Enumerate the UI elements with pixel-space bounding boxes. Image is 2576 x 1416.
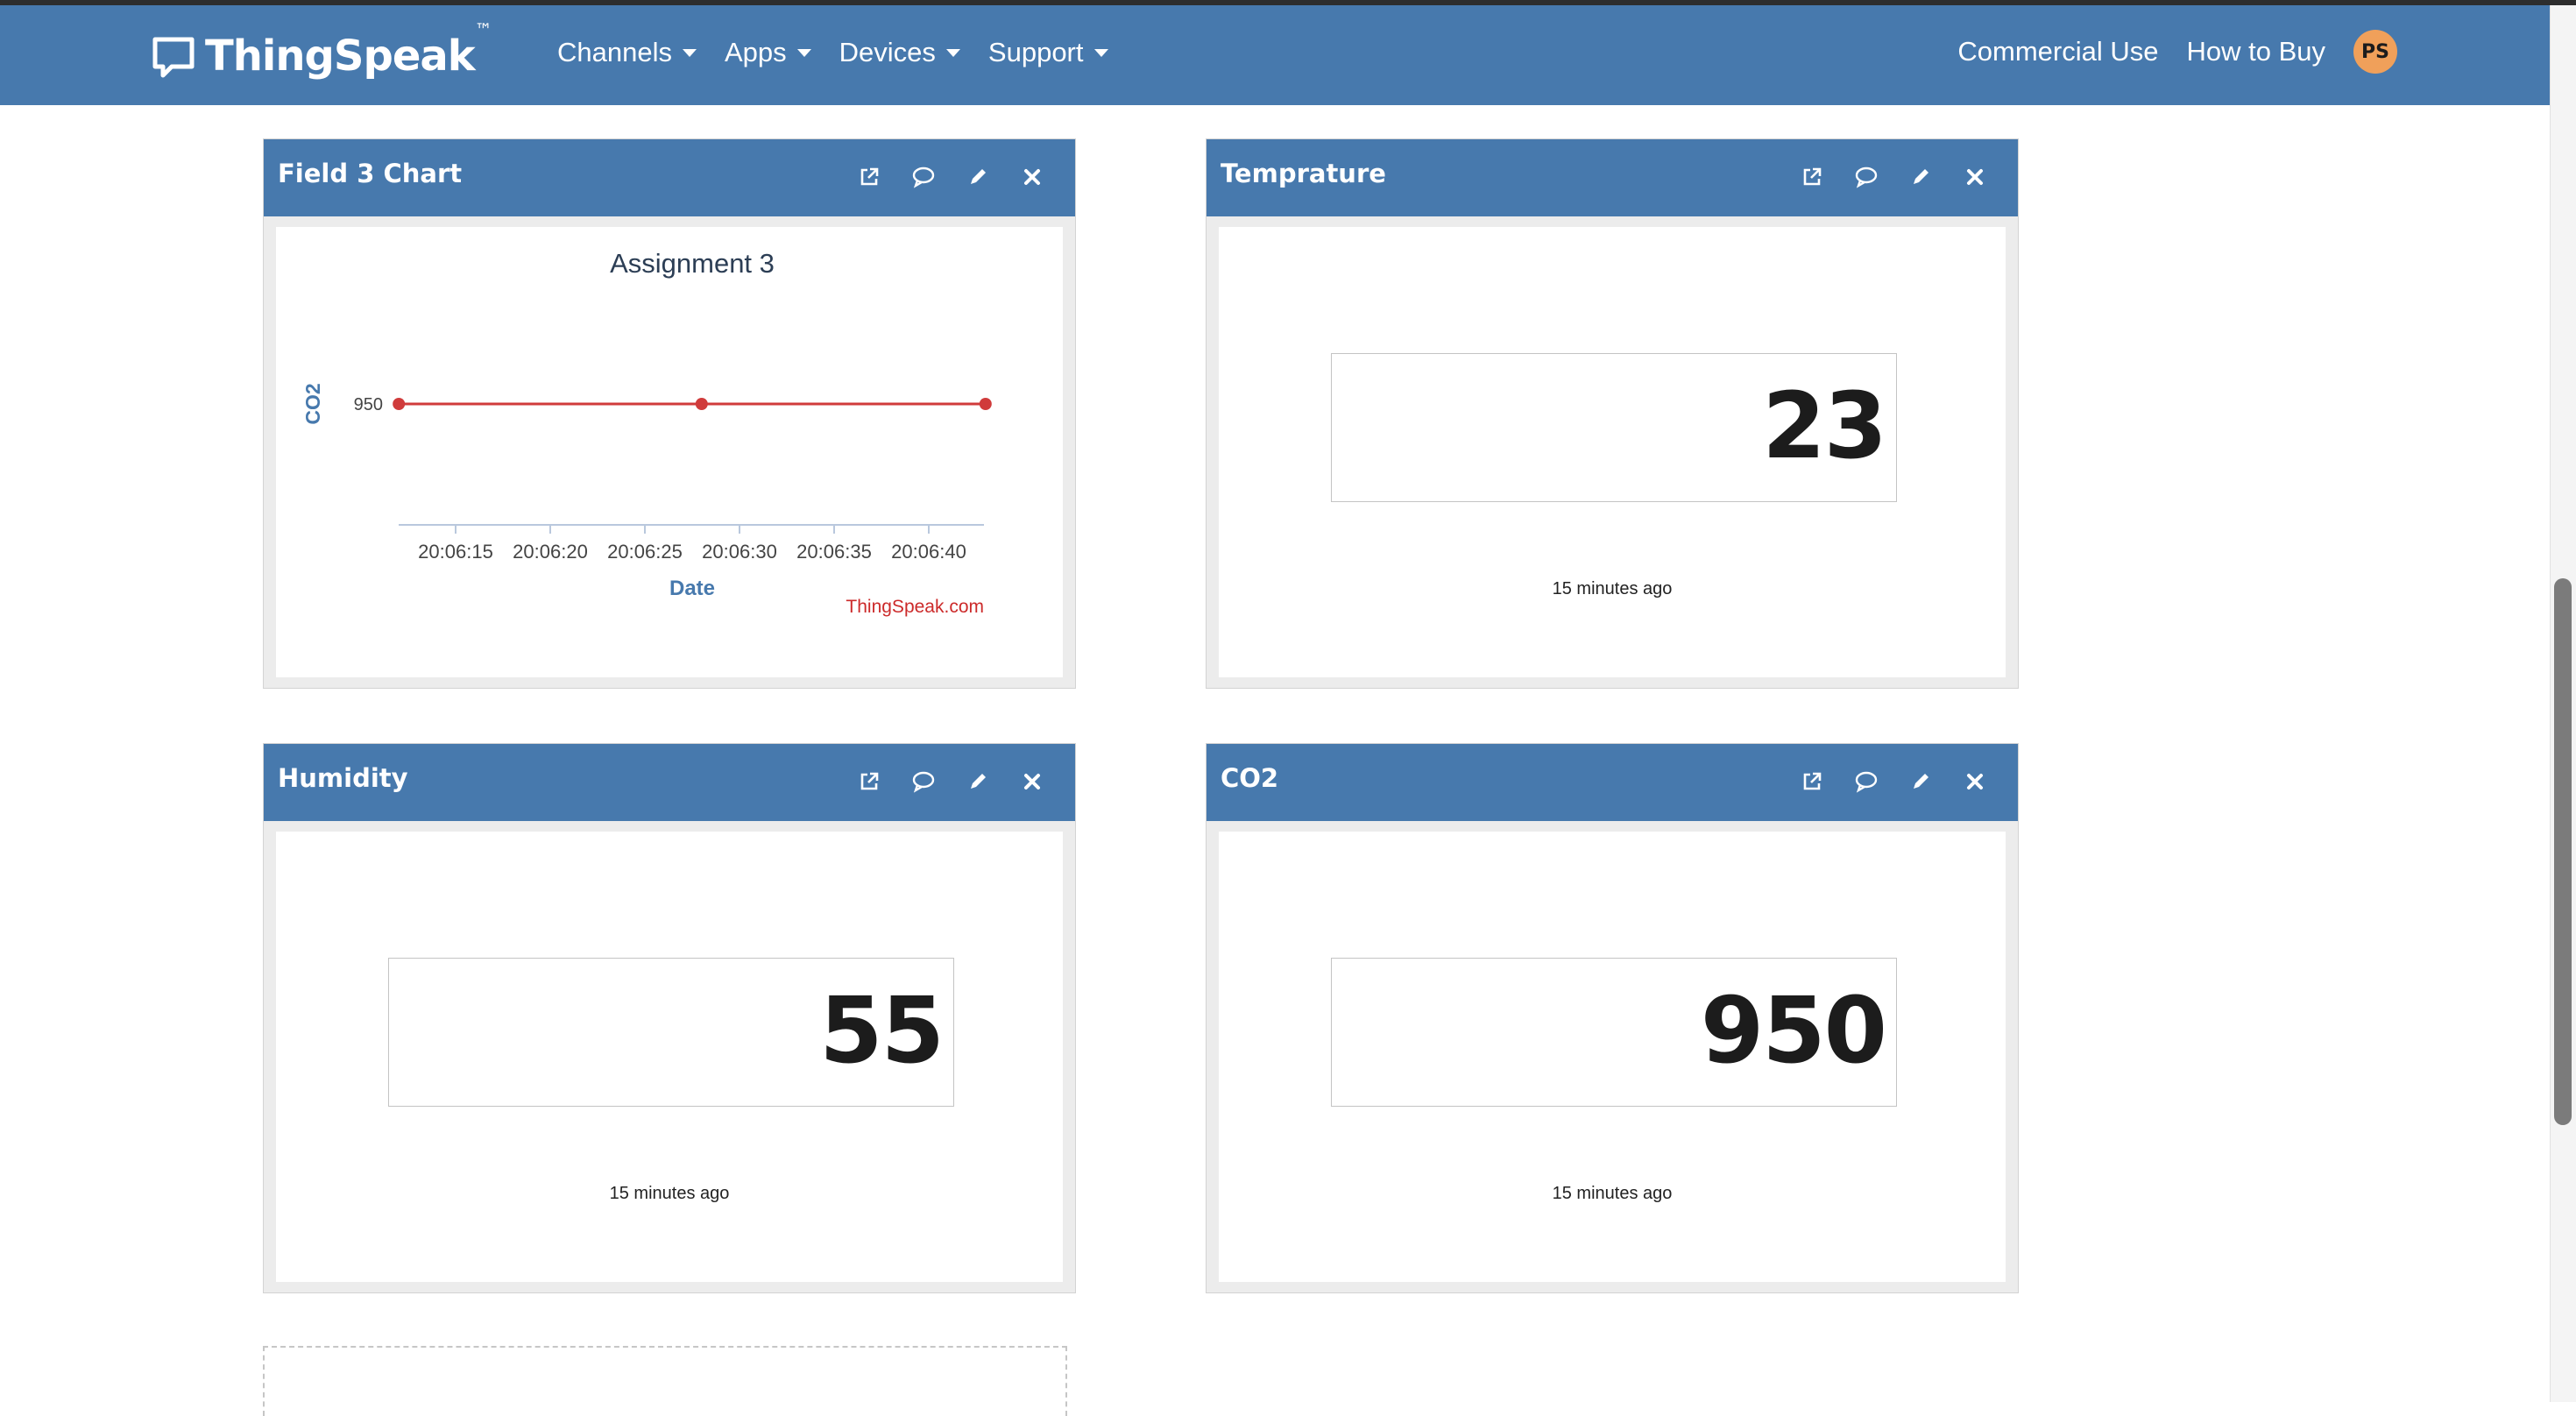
chart-title: Assignment 3	[610, 248, 775, 279]
x-tick-label: 20:06:25	[607, 541, 683, 563]
value-display: 55	[388, 958, 954, 1107]
comment-icon[interactable]	[1855, 770, 1878, 793]
how-to-buy-link[interactable]: How to Buy	[2186, 36, 2325, 67]
add-widget-placeholder[interactable]	[263, 1346, 1067, 1416]
caret-down-icon	[682, 48, 697, 57]
numeric-display-panel: 950 15 minutes ago	[1219, 832, 2006, 1282]
main-menu: Channels Apps Devices Support	[557, 37, 1136, 68]
close-icon[interactable]	[1021, 166, 1044, 188]
widget-field3-chart: Field 3 Chart Assignment 3 CO2 Date Thin…	[263, 138, 1076, 689]
numeric-display-panel: 23 15 minutes ago	[1219, 227, 2006, 677]
line-chart[interactable]: Assignment 3 CO2 Date ThingSpeak.com 20:…	[276, 227, 1065, 679]
x-tick-label: 20:06:30	[702, 541, 777, 563]
x-tick-label: 20:06:15	[418, 541, 493, 563]
menu-channels[interactable]: Channels	[557, 37, 697, 68]
value-number: 55	[819, 977, 945, 1084]
chart-x-ticks: 20:06:15 20:06:20 20:06:25 20:06:30 20:06:35…	[418, 525, 966, 563]
widget-title: Temprature	[1221, 159, 1386, 188]
widget-header: CO2	[1207, 744, 2018, 821]
x-tick-label: 20:06:35	[796, 541, 872, 563]
widget-header: Field 3 Chart	[264, 139, 1075, 216]
comment-icon[interactable]	[912, 166, 935, 188]
commercial-use-link[interactable]: Commercial Use	[1957, 36, 2158, 67]
menu-apps[interactable]: Apps	[725, 37, 811, 68]
brand-logo[interactable]: ThingSpeak™	[151, 19, 492, 81]
pencil-icon[interactable]	[966, 770, 989, 793]
comment-icon[interactable]	[1855, 166, 1878, 188]
user-avatar[interactable]: PS	[2353, 30, 2397, 74]
value-number: 950	[1700, 977, 1887, 1084]
chart-series	[393, 398, 992, 410]
numeric-display-panel: 55 15 minutes ago	[276, 832, 1063, 1282]
widget-title: CO2	[1221, 763, 1279, 793]
caret-down-icon	[945, 48, 960, 57]
x-tick-label: 20:06:20	[513, 541, 588, 563]
widget-header: Humidity	[264, 744, 1075, 821]
widget-toolbar	[858, 166, 1044, 188]
external-link-icon[interactable]	[858, 770, 881, 793]
chart-panel: Assignment 3 CO2 Date ThingSpeak.com 20:…	[276, 227, 1063, 677]
chart-y-ticks: 950	[354, 395, 383, 414]
chart-y-axis-label: CO2	[301, 383, 324, 424]
widget-temprature: Temprature 23 15 minutes ago	[1206, 138, 2019, 689]
comment-icon[interactable]	[912, 770, 935, 793]
menu-support[interactable]: Support	[988, 37, 1108, 68]
speech-bubble-logo-icon	[152, 37, 195, 78]
widget-header: Temprature	[1207, 139, 2018, 216]
chart-x-axis-label: Date	[669, 577, 715, 600]
menu-channels-label: Channels	[557, 37, 672, 67]
menu-devices-label: Devices	[839, 37, 936, 67]
caret-down-icon	[796, 48, 811, 57]
pencil-icon[interactable]	[1909, 166, 1932, 188]
widget-toolbar	[1801, 166, 1986, 188]
caret-down-icon	[1093, 48, 1108, 57]
external-link-icon[interactable]	[1801, 770, 1823, 793]
data-point[interactable]	[393, 398, 406, 410]
last-updated-text: 15 minutes ago	[1552, 1184, 1673, 1203]
widget-co2: CO2 950 15 minutes ago	[1206, 743, 2019, 1293]
close-icon[interactable]	[1021, 770, 1044, 793]
data-point[interactable]	[695, 398, 708, 410]
widget-title: Field 3 Chart	[278, 159, 463, 188]
brand-name: ThingSpeak™	[205, 19, 492, 81]
external-link-icon[interactable]	[1801, 166, 1823, 188]
y-tick-label: 950	[354, 395, 383, 414]
value-number: 23	[1762, 372, 1887, 479]
value-display: 23	[1331, 353, 1897, 502]
menu-support-label: Support	[987, 37, 1084, 67]
menu-devices[interactable]: Devices	[839, 37, 960, 68]
widget-humidity: Humidity 55 15 minutes ago	[263, 743, 1076, 1293]
pencil-icon[interactable]	[966, 166, 989, 188]
close-icon[interactable]	[1964, 770, 1986, 793]
scrollbar-thumb[interactable]	[2554, 578, 2572, 1125]
menu-apps-label: Apps	[724, 37, 787, 67]
external-link-icon[interactable]	[858, 166, 881, 188]
x-tick-label: 20:06:40	[891, 541, 966, 563]
widget-toolbar	[858, 770, 1044, 793]
last-updated-text: 15 minutes ago	[609, 1184, 730, 1203]
pencil-icon[interactable]	[1909, 770, 1932, 793]
chart-credit[interactable]: ThingSpeak.com	[846, 597, 984, 617]
account-menu: Commercial Use How to Buy PS	[1957, 30, 2397, 74]
data-point[interactable]	[979, 398, 992, 410]
widget-title: Humidity	[278, 763, 408, 793]
close-icon[interactable]	[1964, 166, 1986, 188]
last-updated-text: 15 minutes ago	[1552, 579, 1673, 598]
widget-toolbar	[1801, 770, 1986, 793]
value-display: 950	[1331, 958, 1897, 1107]
top-navbar: ThingSpeak™ Channels Apps Devices Suppor…	[0, 5, 2550, 105]
